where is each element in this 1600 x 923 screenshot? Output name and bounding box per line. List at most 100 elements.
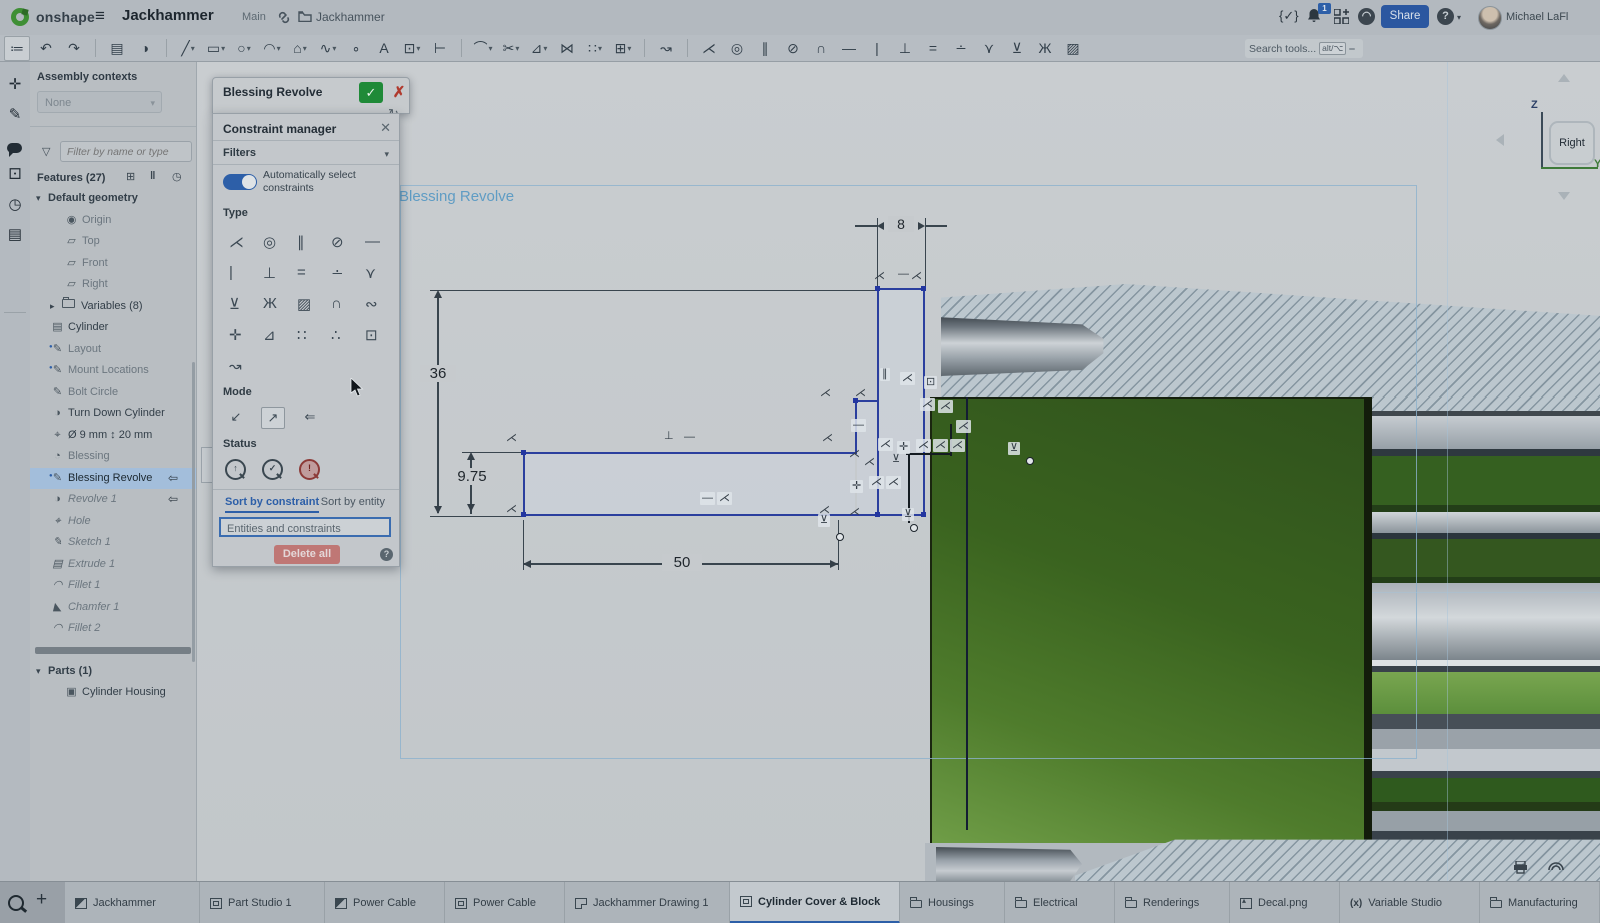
bom-icon[interactable]: ▤ — [0, 222, 30, 248]
vertical-icon[interactable]: | — [865, 37, 889, 60]
help-icon[interactable]: ? — [1437, 8, 1454, 25]
arc-tool-icon[interactable]: ◠▾ — [260, 37, 284, 60]
feature-item[interactable]: ▱Top — [30, 231, 196, 253]
onshape-logo-icon[interactable] — [10, 7, 30, 27]
versions-icon[interactable]: ✎ — [0, 102, 30, 128]
status-error-icon[interactable]: ! — [299, 459, 320, 480]
history-icon[interactable]: ◷ — [0, 192, 30, 218]
user-avatar[interactable] — [1478, 6, 1502, 30]
horizontal-icon[interactable]: — — [684, 431, 695, 444]
horizontal-icon[interactable]: — — [700, 492, 715, 505]
normal-icon[interactable]: ⋎ — [977, 37, 1001, 60]
text-tool-icon[interactable]: A — [372, 37, 396, 60]
tab-part-studio-1[interactable]: Part Studio 1 — [200, 882, 325, 923]
sketch-line[interactable] — [523, 452, 857, 454]
pierce-icon[interactable]: ⊻ — [1008, 442, 1020, 455]
feature-item[interactable]: ◠Fillet 1 — [30, 575, 196, 597]
spline-handle-icon[interactable]: ↝ — [654, 37, 678, 60]
close-icon[interactable]: ✕ — [380, 120, 391, 136]
coincident-icon[interactable]: ⋌ — [916, 439, 931, 452]
offset-icon[interactable]: ✛ — [225, 319, 259, 350]
feature-item[interactable]: ✎Layout — [30, 339, 196, 361]
help-icon[interactable]: ? — [380, 548, 393, 561]
new-tab-button[interactable]: + — [36, 889, 47, 911]
equal-icon[interactable]: = — [293, 257, 327, 288]
printer-icon[interactable] — [1513, 861, 1528, 874]
fillet-tool-icon[interactable]: ⌒▾ — [471, 37, 495, 60]
line-tool-icon[interactable]: ╱▾ — [176, 37, 200, 60]
horizontal-icon[interactable]: — — [851, 419, 866, 432]
coincident-icon[interactable]: ⋌ — [864, 456, 875, 469]
tab-jackhammer-drawing-1[interactable]: Jackhammer Drawing 1 — [565, 882, 730, 923]
coincident-icon[interactable]: ⋌ — [956, 420, 971, 433]
coincident-icon[interactable]: ⋌ — [506, 432, 517, 445]
horizontal-icon[interactable]: — — [837, 37, 861, 60]
auto-select-toggle[interactable] — [223, 174, 257, 190]
mode-import-icon[interactable]: ↙ — [225, 407, 247, 427]
feature-item[interactable]: ▣Cylinder Housing — [30, 682, 196, 704]
tab-sort-by-constraint[interactable]: Sort by constraint — [225, 496, 319, 513]
viewcube-rotate-up-icon[interactable] — [1558, 74, 1570, 82]
coincident-icon[interactable]: ⋌ — [869, 476, 884, 489]
dimension-tool-icon[interactable]: ⊢ — [428, 37, 452, 60]
coincident-icon[interactable]: ⋌ — [911, 270, 922, 283]
status-globe-icon[interactable]: ◠ — [1358, 8, 1375, 25]
use-project-icon[interactable]: ⊡▾ — [400, 37, 424, 60]
breadcrumb[interactable]: Jackhammer — [316, 10, 385, 24]
viewcube-rotate-left-icon[interactable] — [1496, 134, 1504, 146]
tree-section[interactable]: ▾Default geometry — [30, 188, 196, 210]
normal-icon[interactable]: ⋎ — [361, 257, 395, 288]
chevron-down-icon[interactable]: ▾ — [384, 149, 389, 160]
feature-item[interactable]: ✎Blessing Revolve⇦ — [30, 468, 196, 490]
filters-label[interactable]: Filters — [223, 147, 256, 159]
dimension-8[interactable]: 8 — [888, 216, 914, 232]
manage-tabs-icon[interactable] — [8, 895, 24, 911]
pierce-icon[interactable]: ⊻ — [892, 453, 900, 466]
feature-item[interactable]: ✎Sketch 1 — [30, 532, 196, 554]
feature-item[interactable]: ◉Origin — [30, 210, 196, 232]
viewcube-face-right[interactable]: Right — [1549, 121, 1595, 165]
feature-item[interactable]: ◑Turn Down Cylinder — [30, 403, 196, 425]
redo-icon[interactable]: ↷ — [62, 37, 86, 60]
tangent-icon[interactable]: ⊘ — [781, 37, 805, 60]
mode-arrow-icon[interactable]: ⇐ — [299, 407, 321, 427]
insight-icon[interactable]: ⚀ — [0, 162, 30, 188]
sketch-endpoint[interactable] — [910, 524, 918, 532]
pierce-icon[interactable]: ⊻ — [902, 508, 914, 521]
sketch-region-fill[interactable] — [525, 454, 855, 514]
coincident-icon[interactable]: ⋌ — [886, 476, 901, 489]
insert-dxf-icon[interactable]: ⊞▾ — [611, 37, 635, 60]
chevron-right-icon[interactable]: ▸ — [50, 296, 62, 318]
feature-item[interactable]: ◠Fillet 2 — [30, 618, 196, 640]
offset-icon[interactable]: ✛ — [850, 480, 863, 493]
transform-icon[interactable]: ⊿ — [259, 319, 293, 350]
rollback-history-icon[interactable]: ◷ — [172, 170, 182, 183]
mirror-tool-icon[interactable]: ⋈ — [555, 37, 579, 60]
perpendicular-icon[interactable]: ⊥ — [259, 257, 293, 288]
curvature-icon[interactable]: ∩ — [327, 288, 361, 319]
point-tool-icon[interactable]: ∘ — [344, 37, 368, 60]
fix-icon[interactable]: ▨ — [293, 288, 327, 319]
chevron-down-icon[interactable]: ▾ — [36, 661, 48, 683]
vertical-icon[interactable]: | — [225, 257, 259, 288]
box-icon[interactable]: ⊡ — [924, 376, 937, 389]
feature-item[interactable]: ✎Mount Locations — [30, 360, 196, 382]
coincident-icon[interactable]: ⋌ — [900, 372, 915, 385]
sketch-endpoint[interactable] — [1026, 457, 1034, 465]
coincident-icon[interactable]: ⋌ — [938, 400, 953, 413]
coincident-icon[interactable]: ⋌ — [820, 387, 831, 400]
dimension-9.75[interactable]: 9.75 — [449, 468, 495, 485]
symmetric-icon[interactable]: Ж — [259, 288, 293, 319]
coincident-icon[interactable]: ⋌ — [933, 439, 948, 452]
circular-pattern-icon[interactable]: ∴ — [327, 319, 361, 350]
coincident-icon[interactable]: ⋌ — [855, 387, 866, 400]
sketch-line[interactable] — [523, 514, 925, 516]
feature-item[interactable]: ▸Variables (8) — [30, 296, 196, 318]
filter-input[interactable] — [60, 141, 192, 162]
cancel-button[interactable]: ✗ — [390, 82, 408, 103]
fix-icon[interactable]: ▨ — [1061, 37, 1085, 60]
sketch-line[interactable] — [523, 452, 525, 516]
feature-item[interactable]: ⌖Ø 9 mm ↕ 20 mm — [30, 425, 196, 447]
coincident-icon[interactable]: ⋌ — [697, 37, 721, 60]
tangent-icon[interactable]: ⊘ — [327, 226, 361, 257]
